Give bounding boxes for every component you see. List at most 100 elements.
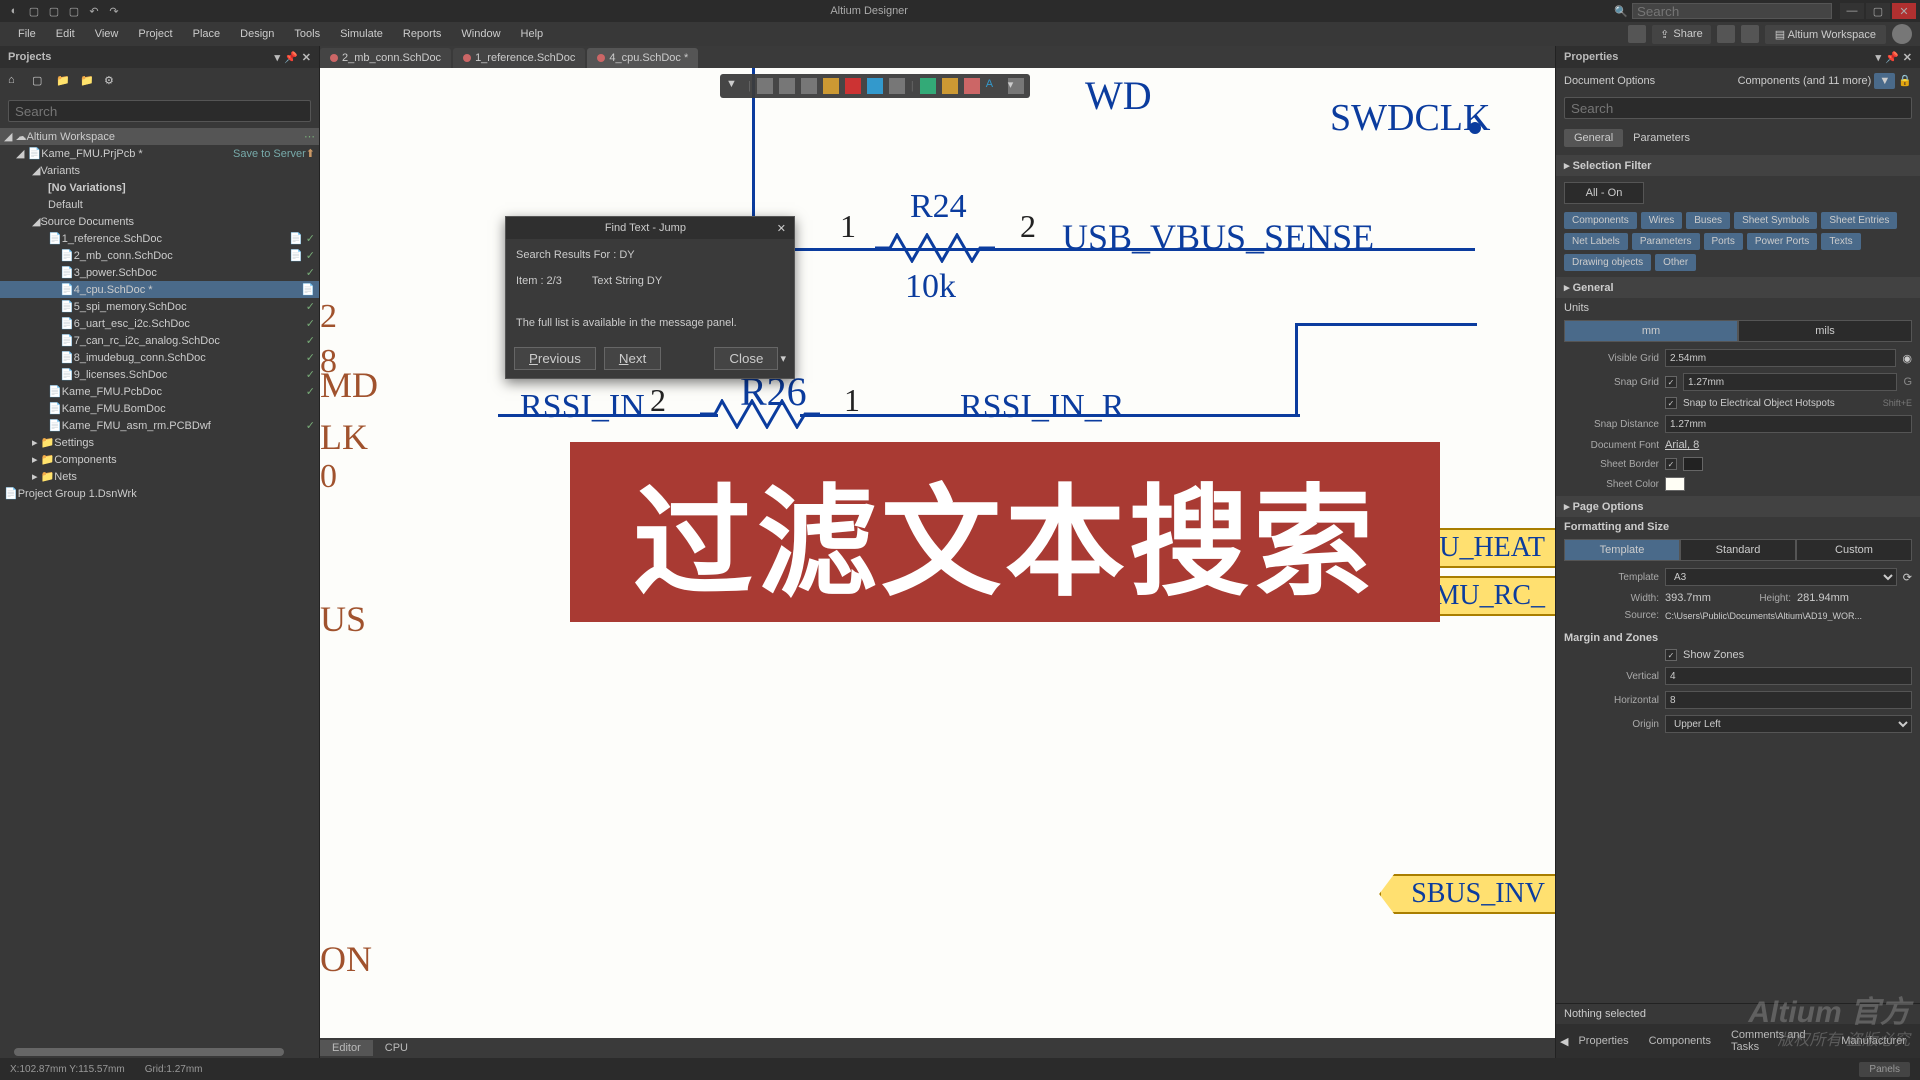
tree-bom[interactable]: 📄 Kame_FMU.BomDoc — [0, 400, 319, 417]
tree-doc-0[interactable]: 📄 1_reference.SchDoc📄 ✓ — [0, 230, 319, 247]
tag-buses[interactable]: Buses — [1686, 212, 1730, 229]
schematic-canvas[interactable]: ▼ | | A ▾ WD SWDCLK — [320, 68, 1555, 1038]
folder-icon[interactable]: 📁 — [56, 74, 72, 90]
app-menu-icon[interactable]: ◐ — [6, 3, 22, 19]
tag-other[interactable]: Other — [1655, 254, 1696, 271]
prop-dropdown-icon[interactable]: ▾ — [1876, 51, 1882, 64]
tree-asm[interactable]: 📄 Kame_FMU_asm_rm.PCBDwf✓ — [0, 417, 319, 434]
tag-net-labels[interactable]: Net Labels — [1564, 233, 1628, 250]
tree-no-variations[interactable]: [No Variations] — [0, 179, 319, 196]
filter-funnel-icon[interactable]: ▼ — [1874, 73, 1895, 89]
tag-power-ports[interactable]: Power Ports — [1747, 233, 1817, 250]
tree-default-variant[interactable]: Default — [0, 196, 319, 213]
tree-doc-4[interactable]: 📄 5_spi_memory.SchDoc✓ — [0, 298, 319, 315]
minimize-button[interactable]: — — [1840, 3, 1864, 19]
show-zones-check[interactable]: ✓ — [1665, 649, 1677, 661]
tag-wires[interactable]: Wires — [1641, 212, 1683, 229]
template-refresh-icon[interactable]: ⟳ — [1903, 571, 1912, 584]
tag-components[interactable]: Components — [1564, 212, 1637, 229]
menu-help[interactable]: Help — [511, 24, 554, 44]
bottom-tab-comments[interactable]: Comments and Tasks — [1721, 1027, 1831, 1055]
tab-1[interactable]: 1_reference.SchDoc — [453, 48, 585, 68]
menu-place[interactable]: Place — [183, 24, 231, 44]
doc-font-value[interactable]: Arial, 8 — [1665, 439, 1912, 451]
horizontal-input[interactable] — [1665, 691, 1912, 709]
menu-design[interactable]: Design — [230, 24, 284, 44]
tab-2[interactable]: 4_cpu.SchDoc * — [587, 48, 698, 68]
menu-window[interactable]: Window — [451, 24, 510, 44]
redo-icon[interactable]: ↷ — [106, 3, 122, 19]
menu-view[interactable]: View — [85, 24, 129, 44]
t1-icon[interactable] — [757, 78, 773, 94]
panels-button[interactable]: Panels — [1859, 1062, 1910, 1077]
projects-search-input[interactable] — [8, 100, 311, 122]
section-selection-filter[interactable]: Selection Filter — [1573, 160, 1652, 172]
tree-variants[interactable]: ◢ Variants — [0, 162, 319, 179]
bottom-tab-manufacturer[interactable]: Manufacturer — [1831, 1033, 1916, 1049]
tab-general[interactable]: General — [1564, 129, 1623, 147]
user-avatar[interactable] — [1892, 24, 1912, 44]
panel-dropdown-icon[interactable]: ▾ — [275, 51, 281, 64]
tree-doc-7[interactable]: 📄 8_imudebug_conn.SchDoc✓ — [0, 349, 319, 366]
fmt-custom[interactable]: Custom — [1796, 539, 1912, 561]
share-button[interactable]: ⇪Share — [1652, 25, 1711, 44]
vertical-input[interactable] — [1665, 667, 1912, 685]
t5-icon[interactable] — [845, 78, 861, 94]
bottom-tab-cpu[interactable]: CPU — [373, 1040, 420, 1056]
menu-simulate[interactable]: Simulate — [330, 24, 393, 44]
tag-drawing[interactable]: Drawing objects — [1564, 254, 1651, 271]
tree-group[interactable]: 📄 Project Group 1.DsnWrk — [0, 485, 319, 502]
close-button[interactable]: ✕ — [1892, 3, 1916, 19]
tree-nets[interactable]: ▸ 📁 Nets — [0, 468, 319, 485]
snap-grid-check[interactable]: ✓ — [1665, 376, 1677, 388]
lock-icon[interactable]: 🔒 — [1898, 75, 1912, 87]
tree-workspace[interactable]: ◢ ☁ Altium Workspace⋯ — [0, 128, 319, 145]
new-doc-icon[interactable]: ▢ — [32, 74, 48, 90]
workspace-button[interactable]: ▤ Altium Workspace — [1765, 25, 1886, 44]
notify-icon[interactable] — [1628, 25, 1646, 43]
origin-select[interactable]: Upper Left — [1665, 715, 1912, 733]
panel-close-icon[interactable]: ✕ — [302, 51, 311, 64]
t8-icon[interactable] — [920, 78, 936, 94]
find-previous-button[interactable]: Previous — [514, 347, 596, 370]
tag-parameters[interactable]: Parameters — [1632, 233, 1700, 250]
prop-pin-icon[interactable]: 📌 — [1885, 51, 1899, 64]
filter-icon[interactable]: ▼ — [726, 78, 742, 94]
tree-pcb[interactable]: 📄 Kame_FMU.PcbDoc✓ — [0, 383, 319, 400]
t6-icon[interactable] — [867, 78, 883, 94]
save-icon[interactable]: ▢ — [66, 3, 82, 19]
menu-reports[interactable]: Reports — [393, 24, 452, 44]
t9-icon[interactable] — [942, 78, 958, 94]
new-icon[interactable]: ▢ — [26, 3, 42, 19]
t2-icon[interactable] — [779, 78, 795, 94]
sheet-color-swatch[interactable] — [1665, 477, 1685, 491]
find-close-button[interactable]: Close — [714, 347, 778, 370]
snap-grid-input[interactable] — [1683, 373, 1897, 391]
properties-search-input[interactable] — [1564, 97, 1912, 119]
snap-electrical-check[interactable]: ✓ — [1665, 397, 1677, 409]
t11-icon[interactable]: A — [986, 78, 1002, 94]
home-icon[interactable]: ⌂ — [8, 74, 24, 90]
visible-toggle-icon[interactable]: ◉ — [1902, 352, 1912, 365]
settings-icon[interactable] — [1741, 25, 1759, 43]
tab-0[interactable]: 2_mb_conn.SchDoc — [320, 48, 451, 68]
maximize-button[interactable]: ▢ — [1866, 3, 1890, 19]
tree-settings[interactable]: ▸ 📁 Settings — [0, 434, 319, 451]
units-mm[interactable]: mm — [1564, 320, 1738, 342]
section-general[interactable]: General — [1573, 282, 1614, 294]
tab-parameters[interactable]: Parameters — [1633, 132, 1690, 144]
sheet-border-check[interactable]: ✓ — [1665, 458, 1677, 470]
left-scroll-indicator[interactable] — [14, 1048, 284, 1056]
tree-doc-2[interactable]: 📄 3_power.SchDoc✓ — [0, 264, 319, 281]
snap-distance-input[interactable] — [1665, 415, 1912, 433]
tag-texts[interactable]: Texts — [1821, 233, 1860, 250]
bottom-tab-components[interactable]: Components — [1639, 1033, 1721, 1049]
tree-source-docs[interactable]: ◢ Source Documents — [0, 213, 319, 230]
tag-sheet-symbols[interactable]: Sheet Symbols — [1734, 212, 1817, 229]
tree-components[interactable]: ▸ 📁 Components — [0, 451, 319, 468]
home-icon[interactable] — [1717, 25, 1735, 43]
prop-close-icon[interactable]: ✕ — [1903, 51, 1912, 64]
tree-doc-8[interactable]: 📄 9_licenses.SchDoc✓ — [0, 366, 319, 383]
tree-doc-3[interactable]: 📄 4_cpu.SchDoc *📄 — [0, 281, 319, 298]
tree-doc-1[interactable]: 📄 2_mb_conn.SchDoc📄 ✓ — [0, 247, 319, 264]
